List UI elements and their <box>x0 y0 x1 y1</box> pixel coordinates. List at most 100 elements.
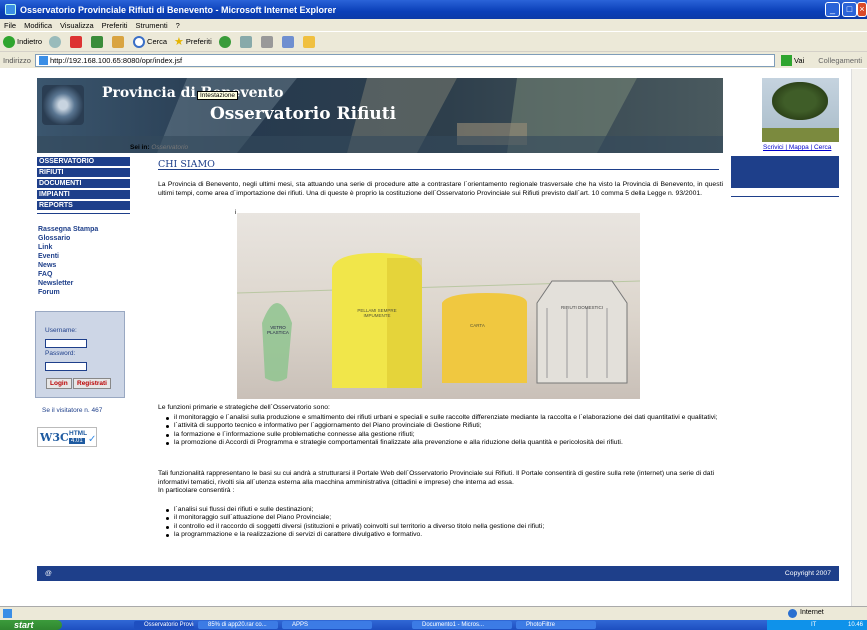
folder-button[interactable] <box>302 35 317 48</box>
go-arrow-icon <box>780 54 792 66</box>
close-button[interactable]: × <box>857 2 867 17</box>
footer-copyright: Copyright 2007 <box>784 570 831 577</box>
minimize-button[interactable]: _ <box>825 2 840 17</box>
sidelink-faq[interactable]: FAQ <box>38 271 52 278</box>
print-button[interactable] <box>260 35 275 48</box>
windows-taskbar: start Osservatorio Provinci... 85% di ap… <box>0 620 867 630</box>
top-utility-links[interactable]: Scrivici | Mappa | Cerca <box>763 144 831 151</box>
address-label: Indirizzo <box>3 55 31 65</box>
list-item: il monitoraggio e l´analisi sulla produz… <box>164 414 724 422</box>
links-toolbar[interactable]: Collegamenti <box>818 56 862 65</box>
task-word-document[interactable]: Documento1 - Micros... <box>412 621 512 629</box>
nav-documenti[interactable]: DOCUMENTI <box>37 179 130 189</box>
portal-intro: In particolare consentirà : <box>158 487 235 495</box>
functions-intro: Le funzioni primarie e strategiche dell´… <box>158 404 330 411</box>
address-bar: Indirizzo http://192.168.100.65:8080/opr… <box>0 51 867 68</box>
home-button[interactable] <box>112 35 126 48</box>
list-item: la programmazione e la realizzazione di … <box>164 531 724 539</box>
window-title-bar[interactable]: Osservatorio Provinciale Rifiuti di Bene… <box>0 0 867 19</box>
task-osservatorio[interactable]: Osservatorio Provinci... <box>134 621 194 629</box>
menu-file[interactable]: File <box>4 21 16 30</box>
mail-button[interactable] <box>239 35 254 48</box>
menu-preferiti[interactable]: Preferiti <box>102 21 128 30</box>
nav-osservatorio[interactable]: OSSERVATORIO <box>37 157 130 167</box>
register-button[interactable]: Registrati <box>73 378 111 389</box>
sidelink-eventi[interactable]: Eventi <box>38 253 59 260</box>
globe-icon <box>788 609 797 618</box>
heading-underline <box>158 169 719 170</box>
forward-arrow-icon <box>49 35 62 48</box>
w3c-html-badge[interactable]: W3C HTML 4.01 ✓ <box>37 427 97 447</box>
menu-modifica[interactable]: Modifica <box>24 21 52 30</box>
forward-button[interactable] <box>49 35 63 48</box>
bin-label-domestici: RIFIUTI DOMESTICI <box>561 305 603 310</box>
functions-list: il monitoraggio e l´analisi sulla produz… <box>164 414 724 448</box>
stop-button[interactable] <box>70 35 84 48</box>
menu-bar: File Modifica Visualizza Preferiti Strum… <box>0 19 867 31</box>
menu-visualizza[interactable]: Visualizza <box>60 21 94 30</box>
w3c-html-label: HTML <box>69 430 88 437</box>
edit-icon <box>281 35 294 48</box>
sidelink-glossario[interactable]: Glossario <box>38 235 70 242</box>
window-title: Osservatorio Provinciale Rifiuti di Bene… <box>20 4 337 15</box>
breadcrumb: Sei in: Osservatorio <box>130 144 188 151</box>
username-input[interactable] <box>45 339 87 348</box>
portal-paragraph: Tali funzionalità rappresentano le basi … <box>158 470 724 496</box>
history-icon <box>218 35 231 48</box>
task-apps[interactable]: APPS <box>282 621 372 629</box>
favorites-button[interactable]: ★ Preferiti <box>174 35 212 48</box>
banner-title-line2: Osservatorio Rifiuti <box>210 104 397 124</box>
tree-canopy <box>772 82 828 120</box>
page-footer: @ Copyright 2007 <box>37 566 839 581</box>
go-button[interactable]: Vai <box>780 54 804 66</box>
mail-icon <box>239 35 252 48</box>
tray-locale[interactable]: IT <box>811 622 816 628</box>
vertical-scrollbar[interactable] <box>851 69 867 606</box>
sidelink-newsletter[interactable]: Newsletter <box>38 280 73 287</box>
ie-icon <box>5 4 16 15</box>
sidelink-rassegna-stampa[interactable]: Rassegna Stampa <box>38 226 98 233</box>
print-icon <box>260 35 273 48</box>
list-item: l´analisi sui flussi dei rifiuti e sulle… <box>164 506 724 514</box>
menu-strumenti[interactable]: Strumenti <box>136 21 168 30</box>
username-label: Username: <box>45 327 77 334</box>
sidelink-news[interactable]: News <box>38 262 56 269</box>
visitor-counter: Se il visitatore n. 467 <box>42 407 103 414</box>
list-item: il controllo ed il raccordo di soggetti … <box>164 523 724 531</box>
address-input[interactable]: http://192.168.100.65:8080/opr/index.jsf <box>34 53 775 67</box>
start-button[interactable]: start <box>0 620 62 630</box>
recycling-bins-illustration: i VETRO PLASTICA PELLAMI SEMPRE IMPUMENT… <box>235 210 640 399</box>
bin-label-carta: CARTA <box>470 323 485 328</box>
star-icon: ★ <box>174 36 184 48</box>
history-button[interactable] <box>218 35 233 48</box>
footer-at: @ <box>45 570 52 577</box>
nav-impianti[interactable]: IMPIANTI <box>37 190 130 200</box>
menu-help[interactable]: ? <box>176 21 180 30</box>
nav-rifiuti[interactable]: RIFIUTI <box>37 168 130 178</box>
page-icon <box>38 55 48 65</box>
maximize-button[interactable]: □ <box>842 2 857 17</box>
breadcrumb-prefix: Sei in: <box>130 144 150 151</box>
tooltip: Intestazione <box>197 91 239 100</box>
refresh-button[interactable] <box>91 35 105 48</box>
password-input[interactable] <box>45 362 87 371</box>
check-icon: ✓ <box>88 434 97 445</box>
sidelink-link[interactable]: Link <box>38 244 52 251</box>
tray-clock: 10.46 <box>847 622 863 628</box>
search-icon <box>133 35 146 48</box>
login-button[interactable]: Login <box>46 378 72 389</box>
nav-reports[interactable]: REPORTS <box>37 201 130 211</box>
banner-title-line1: Provincia di Benevento <box>102 85 284 101</box>
edit-button[interactable] <box>281 35 296 48</box>
back-arrow-icon <box>3 35 15 48</box>
sidelink-forum[interactable]: Forum <box>38 289 60 296</box>
bin-label-vetro: VETRO PLASTICA <box>267 325 289 335</box>
list-item: il monitoraggio sull´attuazione del Pian… <box>164 514 724 522</box>
task-photofiltre[interactable]: PhotoFiltre <box>516 621 596 629</box>
system-tray: IT 10.46 <box>767 620 867 630</box>
task-winrar[interactable]: 85% di app20.rar co... <box>198 621 278 629</box>
portal-list: l´analisi sui flussi dei rifiuti e sulle… <box>164 506 724 540</box>
bin-label-pellami: PELLAMI SEMPRE IMPUMENTE <box>357 308 397 318</box>
search-button[interactable]: Cerca <box>133 35 167 48</box>
back-button[interactable]: Indietro <box>3 35 42 48</box>
